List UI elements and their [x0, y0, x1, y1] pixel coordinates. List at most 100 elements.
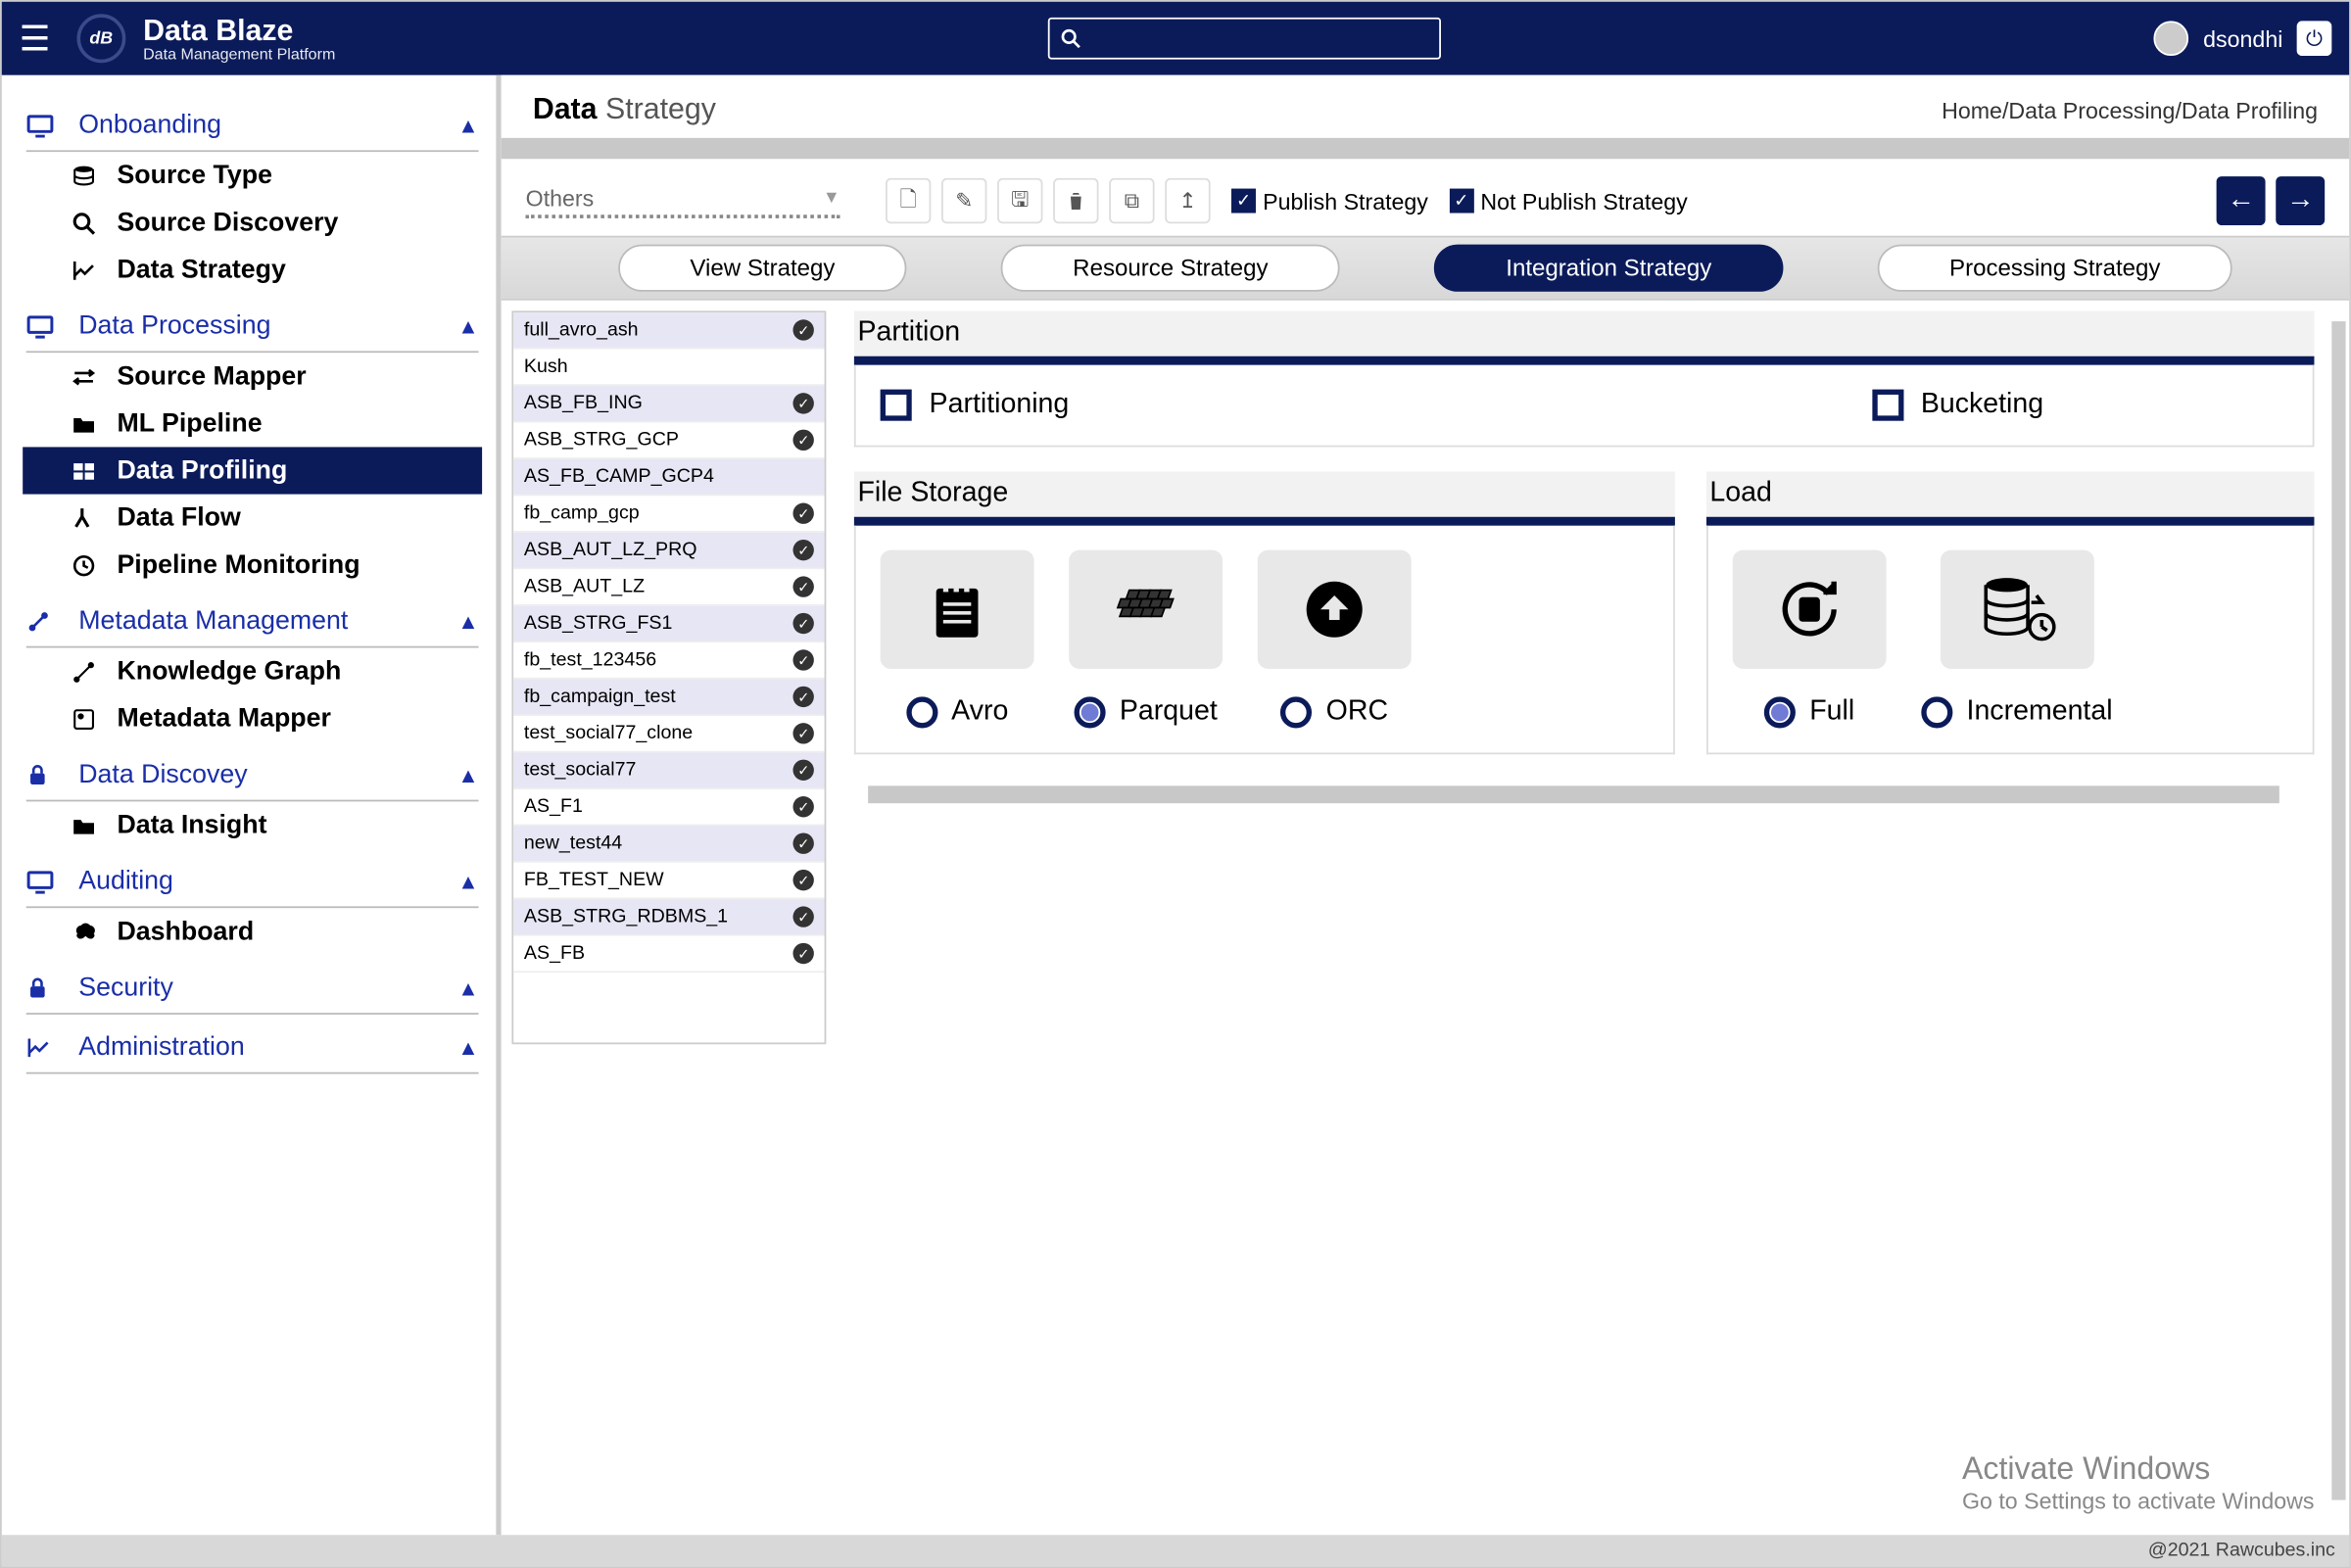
file-storage-tile-orc[interactable] — [1258, 550, 1412, 669]
monitor-icon — [26, 313, 69, 338]
sidebar-item-dashboard[interactable]: Dashboard — [26, 908, 479, 955]
bucketing-checkbox[interactable]: Bucketing — [1872, 390, 2043, 421]
avatar-icon[interactable] — [2154, 21, 2189, 56]
separator — [502, 138, 2349, 159]
sidebar-item-source-type[interactable]: Source Type — [26, 152, 479, 199]
bottom-separator — [868, 785, 2279, 803]
entity-row[interactable]: new_test44✓ — [513, 826, 824, 862]
entity-row[interactable]: ASB_FB_ING✓ — [513, 386, 824, 422]
entity-row[interactable]: ASB_STRG_RDBMS_1✓ — [513, 899, 824, 935]
load-tile-incremental[interactable] — [1940, 550, 2093, 669]
toolbar: Others▼ 🗋 ✎ 🖫 ⧉ ↥ ✓Publish Strategy ✓Not… — [502, 159, 2349, 235]
topbar: ☰ dB Data Blaze Data Management Platform… — [2, 2, 2349, 75]
sidebar-item-pipeline-monitoring[interactable]: Pipeline Monitoring — [26, 542, 479, 589]
sidebar: Onboanding▲Source TypeSource DiscoveryDa… — [2, 75, 502, 1536]
publish-checkbox[interactable]: ✓Publish Strategy — [1231, 188, 1428, 214]
load-radio-incremental[interactable]: Incremental — [1921, 696, 2112, 728]
sidebar-item-source-discovery[interactable]: Source Discovery — [26, 199, 479, 246]
sidebar-item-metadata-mapper[interactable]: Metadata Mapper — [26, 695, 479, 742]
radio-icon — [1074, 696, 1105, 728]
save-button[interactable]: 🖫 — [997, 178, 1042, 223]
file-storage-panel: File Storage Avro Parquet ORC — [854, 471, 1675, 754]
sidebar-group-onboanding[interactable]: Onboanding▲ — [26, 100, 479, 152]
check-icon: ✓ — [792, 796, 813, 817]
sidebar-item-data-insight[interactable]: Data Insight — [26, 801, 479, 848]
delete-button[interactable] — [1053, 178, 1098, 223]
checkbox-icon — [1872, 390, 1903, 421]
sidebar-group-administration[interactable]: Administration▲ — [26, 1022, 479, 1073]
sidebar-item-source-mapper[interactable]: Source Mapper — [26, 353, 479, 400]
check-icon: ✓ — [792, 723, 813, 743]
sidebar-item-data-strategy[interactable]: Data Strategy — [26, 246, 479, 293]
prev-button[interactable]: ← — [2217, 176, 2266, 225]
check-icon: ✓ — [792, 649, 813, 670]
entity-row[interactable]: full_avro_ash✓ — [513, 312, 824, 349]
partitioning-checkbox[interactable]: Partitioning — [881, 390, 1070, 421]
entity-row[interactable]: fb_camp_gcp✓ — [513, 496, 824, 532]
config-area: Partition Partitioning Bucketing File St… — [840, 310, 2350, 1535]
file-storage-title: File Storage — [854, 471, 1675, 525]
search-input[interactable] — [1048, 18, 1441, 60]
check-icon: ✓ — [792, 576, 813, 596]
folder-icon — [72, 815, 110, 835]
new-file-button[interactable]: 🗋 — [886, 178, 931, 223]
tab-processing-strategy[interactable]: Processing Strategy — [1878, 245, 2232, 292]
entity-row[interactable]: AS_FB✓ — [513, 936, 824, 973]
entity-list[interactable]: full_avro_ash✓KushASB_FB_ING✓ASB_STRG_GC… — [511, 310, 826, 1044]
chevron-up-icon: ▲ — [457, 313, 478, 338]
sidebar-group-auditing[interactable]: Auditing▲ — [26, 856, 479, 908]
entity-row[interactable]: ASB_STRG_FS1✓ — [513, 606, 824, 642]
search-icon — [72, 211, 110, 235]
entity-row[interactable]: FB_TEST_NEW✓ — [513, 863, 824, 899]
tab-integration-strategy[interactable]: Integration Strategy — [1434, 245, 1783, 292]
file-storage-tile-parquet[interactable] — [1069, 550, 1223, 669]
sidebar-group-data-discovey[interactable]: Data Discovey▲ — [26, 749, 479, 801]
sidebar-item-knowledge-graph[interactable]: Knowledge Graph — [26, 647, 479, 694]
sidebar-group-metadata-management[interactable]: Metadata Management▲ — [26, 595, 479, 647]
entity-row[interactable]: fb_campaign_test✓ — [513, 680, 824, 716]
lock-icon — [26, 975, 69, 1000]
sidebar-group-security[interactable]: Security▲ — [26, 962, 479, 1014]
tab-view-strategy[interactable]: View Strategy — [618, 245, 906, 292]
sidebar-item-ml-pipeline[interactable]: ML Pipeline — [26, 400, 479, 447]
file-storage-radio-avro[interactable]: Avro — [906, 696, 1009, 728]
entity-row[interactable]: AS_FB_CAMP_GCP4 — [513, 459, 824, 496]
breadcrumb[interactable]: Home/Data Processing/Data Profiling — [1942, 98, 2318, 124]
entity-row[interactable]: fb_test_123456✓ — [513, 642, 824, 679]
radio-icon — [1764, 696, 1796, 728]
entity-row[interactable]: Kush — [513, 350, 824, 386]
entity-row[interactable]: ASB_AUT_LZ_PRQ✓ — [513, 533, 824, 569]
check-icon: ✓ — [792, 906, 813, 927]
sidebar-item-data-flow[interactable]: Data Flow — [26, 495, 479, 542]
hamburger-icon[interactable]: ☰ — [20, 17, 51, 61]
sidebar-group-data-processing[interactable]: Data Processing▲ — [26, 301, 479, 353]
others-dropdown[interactable]: Others▼ — [526, 184, 840, 217]
edit-button[interactable]: ✎ — [941, 178, 986, 223]
file-storage-radio-parquet[interactable]: Parquet — [1074, 696, 1217, 728]
entity-row[interactable]: test_social77✓ — [513, 752, 824, 788]
brand-subtitle: Data Management Platform — [143, 44, 335, 62]
load-tile-full[interactable] — [1733, 550, 1887, 669]
power-button[interactable]: ⏻ — [2297, 21, 2332, 56]
check-icon: ✓ — [792, 943, 813, 964]
check-icon: ✓ — [792, 832, 813, 853]
file-storage-tile-avro[interactable] — [881, 550, 1034, 669]
folder-icon — [72, 413, 110, 434]
next-button[interactable]: → — [2276, 176, 2325, 225]
check-icon: ✓ — [792, 430, 813, 451]
lock-icon — [26, 762, 69, 786]
entity-row[interactable]: test_social77_clone✓ — [513, 716, 824, 752]
entity-row[interactable]: ASB_AUT_LZ✓ — [513, 569, 824, 605]
entity-row[interactable]: AS_F1✓ — [513, 789, 824, 826]
entity-row[interactable]: ASB_STRG_GCP✓ — [513, 422, 824, 458]
sidebar-item-data-profiling[interactable]: Data Profiling — [23, 447, 482, 494]
upload-button[interactable]: ↥ — [1165, 178, 1210, 223]
copy-button[interactable]: ⧉ — [1109, 178, 1154, 223]
brain-icon — [72, 920, 110, 944]
not-publish-checkbox[interactable]: ✓Not Publish Strategy — [1449, 188, 1687, 214]
logo-icon: dB — [76, 14, 125, 63]
file-storage-radio-orc[interactable]: ORC — [1280, 696, 1388, 728]
check-icon: ✓ — [792, 870, 813, 890]
tab-resource-strategy[interactable]: Resource Strategy — [1001, 245, 1340, 292]
load-radio-full[interactable]: Full — [1764, 696, 1854, 728]
